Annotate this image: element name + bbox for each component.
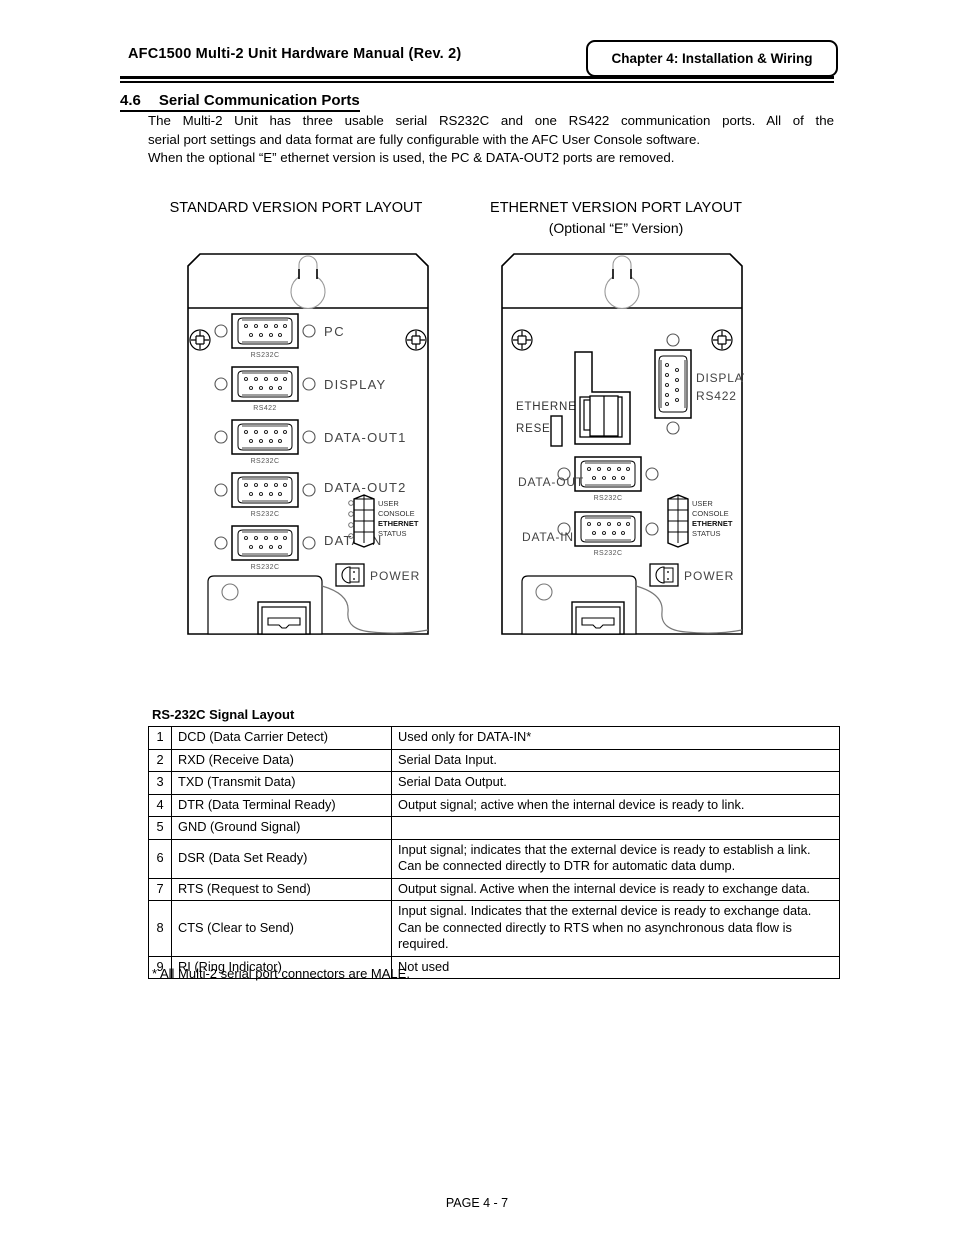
svg-text:STATUS: STATUS [378, 529, 406, 538]
table-row: 5 GND (Ground Signal) [148, 816, 840, 840]
table-row: 7 RTS (Request to Send) Output signal. A… [148, 877, 840, 901]
svg-text:RS232C: RS232C [594, 550, 623, 557]
signal-description: Input signal; indicates that the externa… [391, 838, 840, 879]
standard-port-layout-diagram: RS232C PC RS422 DISPLAY RS232C DATA-OUT1… [186, 252, 430, 636]
pin-number: 2 [148, 748, 172, 772]
signal-description: Serial Data Input. [391, 748, 840, 772]
signal-name: DTR (Data Terminal Ready) [171, 793, 392, 817]
svg-text:RS422: RS422 [253, 405, 276, 412]
rs232c-signal-table: 1 DCD (Data Carrier Detect) Used only fo… [148, 726, 840, 979]
chapter-badge: Chapter 4: Installation & Wiring [586, 40, 838, 77]
svg-text:ETHERNET: ETHERNET [516, 401, 584, 413]
signal-name: DSR (Data Set Ready) [171, 838, 392, 879]
svg-text:DATA-OUT: DATA-OUT [518, 475, 584, 489]
svg-text:DATA-OUT2: DATA-OUT2 [324, 480, 407, 495]
svg-text:USER: USER [378, 499, 399, 508]
standard-diagram-caption: STANDARD VERSION PORT LAYOUT [169, 200, 423, 216]
header-rule-top [120, 76, 834, 79]
table-row: 8 CTS (Clear to Send) Input signal. Indi… [148, 900, 840, 957]
page-canvas: AFC1500 Multi-2 Unit Hardware Manual (Re… [0, 0, 954, 1235]
svg-text:RS422: RS422 [696, 389, 737, 403]
svg-text:CONSOLE: CONSOLE [692, 509, 729, 518]
svg-text:ETHERNET: ETHERNET [378, 519, 419, 528]
ethernet-diagram-caption: ETHERNET VERSION PORT LAYOUT [490, 200, 742, 216]
svg-text:DATA-OUT1: DATA-OUT1 [324, 430, 407, 445]
signal-description: Output signal. Active when the internal … [391, 877, 840, 901]
pin-number: 3 [148, 771, 172, 795]
signal-description: Used only for DATA-IN* [391, 726, 840, 750]
table-row: 3 TXD (Transmit Data) Serial Data Output… [148, 771, 840, 795]
table-row: 6 DSR (Data Set Ready) Input signal; ind… [148, 838, 840, 879]
manual-title: AFC1500 Multi-2 Unit Hardware Manual (Re… [128, 46, 462, 62]
signal-name: GND (Ground Signal) [171, 816, 392, 840]
pin-number: 7 [148, 877, 172, 901]
pin-number: 4 [148, 793, 172, 817]
table-row: 2 RXD (Receive Data) Serial Data Input. [148, 748, 840, 772]
svg-text:RS232C: RS232C [594, 495, 623, 502]
page-title: 4.6 Serial Communication Ports [120, 92, 360, 112]
signal-table-note: * All Multi-2 serial port connectors are… [152, 966, 410, 981]
signal-name: DCD (Data Carrier Detect) [171, 726, 392, 750]
pin-number: 6 [148, 838, 172, 879]
svg-text:RS232C: RS232C [251, 352, 280, 359]
paragraph-line-2: serial port settings and data format are… [148, 131, 701, 147]
section-title: Serial Communication Ports [158, 92, 360, 109]
section-paragraph: The Multi-2 Unit has three usable serial… [148, 112, 834, 168]
pin-number: 8 [148, 900, 172, 957]
signal-description [391, 816, 840, 840]
svg-text:PC: PC [324, 324, 345, 339]
table-row: 1 DCD (Data Carrier Detect) Used only fo… [148, 726, 840, 750]
svg-text:RS232C: RS232C [251, 458, 280, 465]
table-row: 4 DTR (Data Terminal Ready) Output signa… [148, 793, 840, 817]
svg-text:STATUS: STATUS [692, 529, 720, 538]
svg-text:RS232C: RS232C [251, 564, 280, 571]
svg-text:POWER: POWER [684, 569, 734, 583]
svg-text:DATA-IN: DATA-IN [522, 530, 574, 544]
section-number: 4.6 [120, 92, 141, 109]
signal-name: RXD (Receive Data) [171, 748, 392, 772]
header-rule-bottom [120, 81, 834, 83]
pin-number: 1 [148, 726, 172, 750]
svg-text:DISPLAY: DISPLAY [324, 377, 386, 392]
svg-text:RS232C: RS232C [251, 511, 280, 518]
paragraph-line-3: When the optional “E” ethernet version i… [148, 150, 675, 165]
signal-table-title: RS-232C Signal Layout [152, 707, 295, 722]
ethernet-diagram-subcaption: (Optional “E” Version) [548, 220, 684, 236]
ethernet-port-layout-diagram: ETHERNET RESET DISPLAY [500, 252, 744, 636]
svg-text:DISPLAY: DISPLAY [696, 371, 744, 385]
signal-description: Output signal; active when the internal … [391, 793, 840, 817]
signal-name: TXD (Transmit Data) [171, 771, 392, 795]
signal-description: Input signal. Indicates that the externa… [391, 900, 840, 957]
svg-text:ETHERNET: ETHERNET [692, 519, 733, 528]
pin-number: 5 [148, 816, 172, 840]
svg-text:POWER: POWER [370, 569, 420, 583]
paragraph-line-1: The Multi-2 Unit has three usable serial… [148, 113, 834, 128]
signal-name: RTS (Request to Send) [171, 877, 392, 901]
signal-description: Serial Data Output. [391, 771, 840, 795]
svg-text:USER: USER [692, 499, 713, 508]
signal-name: CTS (Clear to Send) [171, 900, 392, 957]
svg-text:CONSOLE: CONSOLE [378, 509, 415, 518]
signal-description: Not used [391, 955, 840, 979]
page-footer: PAGE 4 - 7 [445, 1196, 509, 1210]
